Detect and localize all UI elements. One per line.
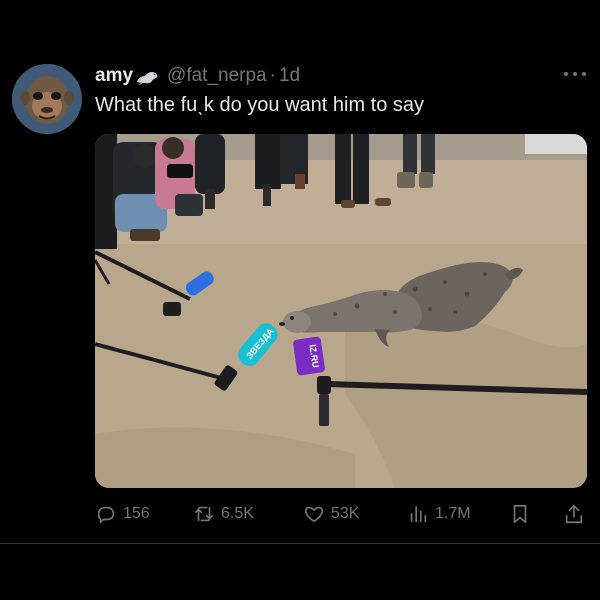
bookmark-button[interactable] <box>509 500 531 528</box>
tweet: amy @fat_nerpa · 1d What the fuˎk do you… <box>0 0 600 600</box>
share-icon <box>565 504 583 524</box>
tweet-actions: 156 6.5K 53K 1.7M <box>95 500 587 528</box>
display-name[interactable]: amy <box>95 65 133 87</box>
tweet-image[interactable]: ЗВЕЗДА IZ.RU <box>95 134 587 488</box>
reply-button[interactable]: 156 <box>95 500 150 528</box>
like-button[interactable]: 53K <box>303 500 359 528</box>
reply-count: 156 <box>123 505 150 522</box>
tweet-text: What the fuˎk do you want him to say <box>95 94 425 116</box>
views-count: 1.7M <box>435 505 471 522</box>
timestamp[interactable]: 1d <box>279 65 300 87</box>
views-button[interactable]: 1.7M <box>407 500 471 528</box>
tweet-header: amy @fat_nerpa · 1d <box>95 64 300 88</box>
heart-icon <box>304 506 324 523</box>
seal-press-photo: ЗВЕЗДА IZ.RU <box>95 134 587 488</box>
seal-emoji-icon <box>135 67 161 85</box>
views-bar-chart-icon <box>410 505 427 523</box>
monkey-avatar-image <box>12 64 82 134</box>
avatar[interactable] <box>12 64 82 134</box>
bookmark-icon <box>513 504 527 524</box>
separator-dot: · <box>269 65 276 86</box>
share-button[interactable] <box>563 500 585 528</box>
retweet-count: 6.5K <box>221 505 254 522</box>
divider <box>0 543 600 544</box>
handle[interactable]: @fat_nerpa <box>167 65 267 87</box>
like-count: 53K <box>331 505 360 522</box>
retweet-button[interactable]: 6.5K <box>193 500 254 528</box>
more-options-icon[interactable] <box>564 66 586 82</box>
reply-icon <box>97 506 115 524</box>
retweet-icon <box>194 506 214 522</box>
